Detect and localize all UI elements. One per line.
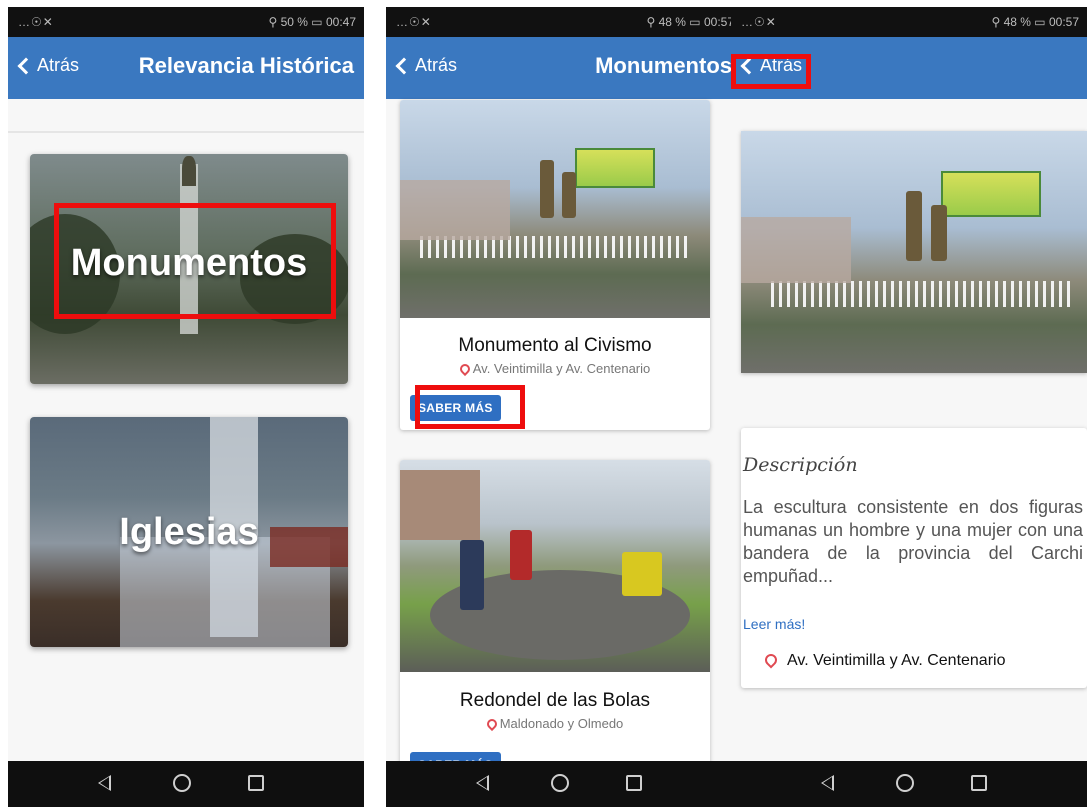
monument-title: Monumento al Civismo — [458, 335, 652, 356]
monument-address: Av. Veintimilla y Av. Centenario — [762, 651, 1006, 670]
battery-time: ⚲ 48 % ▭ 00:57 — [646, 15, 734, 29]
statue — [906, 191, 922, 261]
address-text: Maldonado y Olmedo — [499, 716, 624, 731]
status-bar: …☉✕ ⚲ 48 % ▭ 00:57 — [386, 7, 742, 37]
divider — [8, 131, 364, 133]
screen-monumento-detalle: …☉✕ ⚲ 48 % ▭ 00:57 Atrás Descripción La … — [731, 7, 1087, 807]
monument-title: Redondel de las Bolas — [459, 690, 651, 711]
monument-statue — [182, 156, 196, 186]
address-text: Av. Veintimilla y Av. Centenario — [787, 652, 1006, 669]
statue — [460, 540, 484, 610]
back-label: Atrás — [415, 55, 458, 75]
battery-time: ⚲ 50 % ▭ 00:47 — [268, 15, 356, 29]
app-bar: Atrás Monumentos — [386, 37, 742, 99]
highlight-box-saber-mas — [415, 385, 525, 429]
app-bar: Atrás Relevancia Histórica — [8, 37, 364, 99]
back-label: Atrás — [37, 55, 80, 75]
description-text: La escultura consistente en dos figuras … — [743, 497, 1083, 586]
screen-relevancia-historica: …☉✕ ⚲ 50 % ▭ 00:47 Atrás Relevancia Hist… — [8, 7, 364, 807]
signal-wifi-icons: …☉✕ — [741, 15, 777, 29]
statue — [622, 552, 662, 596]
battery-time: ⚲ 48 % ▭ 00:57 — [991, 15, 1079, 29]
monument-photo — [400, 100, 710, 318]
system-nav-bar — [731, 761, 1087, 807]
status-bar: …☉✕ ⚲ 48 % ▭ 00:57 — [731, 7, 1087, 37]
page-title: Monumentos — [595, 53, 732, 78]
category-label: Iglesias — [119, 511, 259, 553]
houses — [400, 470, 480, 540]
description-heading: Descripción — [743, 454, 858, 476]
billboard — [941, 171, 1041, 217]
system-nav-bar — [386, 761, 742, 807]
monument-photo — [741, 131, 1087, 373]
chevron-left-icon — [395, 57, 413, 74]
fence — [771, 281, 1071, 307]
statue — [540, 160, 554, 218]
location-pin-icon — [484, 716, 499, 732]
list-item: Redondel de las Bolas Maldonado y Olmedo… — [400, 460, 710, 770]
list-item: Monumento al Civismo Av. Veintimilla y A… — [400, 100, 710, 430]
back-button[interactable]: Atrás — [392, 55, 457, 76]
nav-recents-icon[interactable] — [626, 775, 642, 791]
highlight-box-atras — [731, 54, 811, 89]
statue — [931, 205, 947, 261]
monument-photo — [400, 460, 710, 672]
nav-back-icon[interactable] — [476, 775, 489, 791]
nav-recents-icon[interactable] — [248, 775, 264, 791]
back-button[interactable]: Atrás — [14, 55, 79, 76]
monument-address: Av. Veintimilla y Av. Centenario — [400, 361, 710, 377]
nav-back-icon[interactable] — [821, 775, 834, 791]
signal-wifi-icons: …☉✕ — [18, 15, 54, 29]
signal-wifi-icons: …☉✕ — [396, 15, 432, 29]
nav-home-icon[interactable] — [173, 774, 191, 792]
page-title: Relevancia Histórica — [138, 53, 354, 78]
nav-back-icon[interactable] — [98, 775, 111, 791]
highlight-box-monumentos — [54, 203, 336, 319]
statue — [562, 172, 576, 218]
billboard — [575, 148, 655, 188]
location-pin-icon — [762, 651, 780, 669]
system-nav-bar — [8, 761, 364, 807]
houses — [400, 180, 510, 240]
status-bar: …☉✕ ⚲ 50 % ▭ 00:47 — [8, 7, 364, 37]
screen-monumentos: …☉✕ ⚲ 48 % ▭ 00:57 Atrás Monumentos Monu… — [386, 7, 742, 807]
category-card-iglesias[interactable]: Iglesias — [30, 417, 348, 647]
houses — [741, 217, 851, 283]
location-pin-icon — [457, 361, 472, 377]
address-text: Av. Veintimilla y Av. Centenario — [472, 361, 651, 376]
nav-home-icon[interactable] — [551, 774, 569, 792]
chevron-left-icon — [17, 57, 35, 74]
statue — [510, 530, 532, 580]
nav-home-icon[interactable] — [896, 774, 914, 792]
monument-address: Maldonado y Olmedo — [400, 716, 710, 732]
read-more-link[interactable]: Leer más! — [743, 616, 805, 632]
description-card: Descripción La escultura consistente en … — [741, 428, 1087, 688]
nav-recents-icon[interactable] — [971, 775, 987, 791]
